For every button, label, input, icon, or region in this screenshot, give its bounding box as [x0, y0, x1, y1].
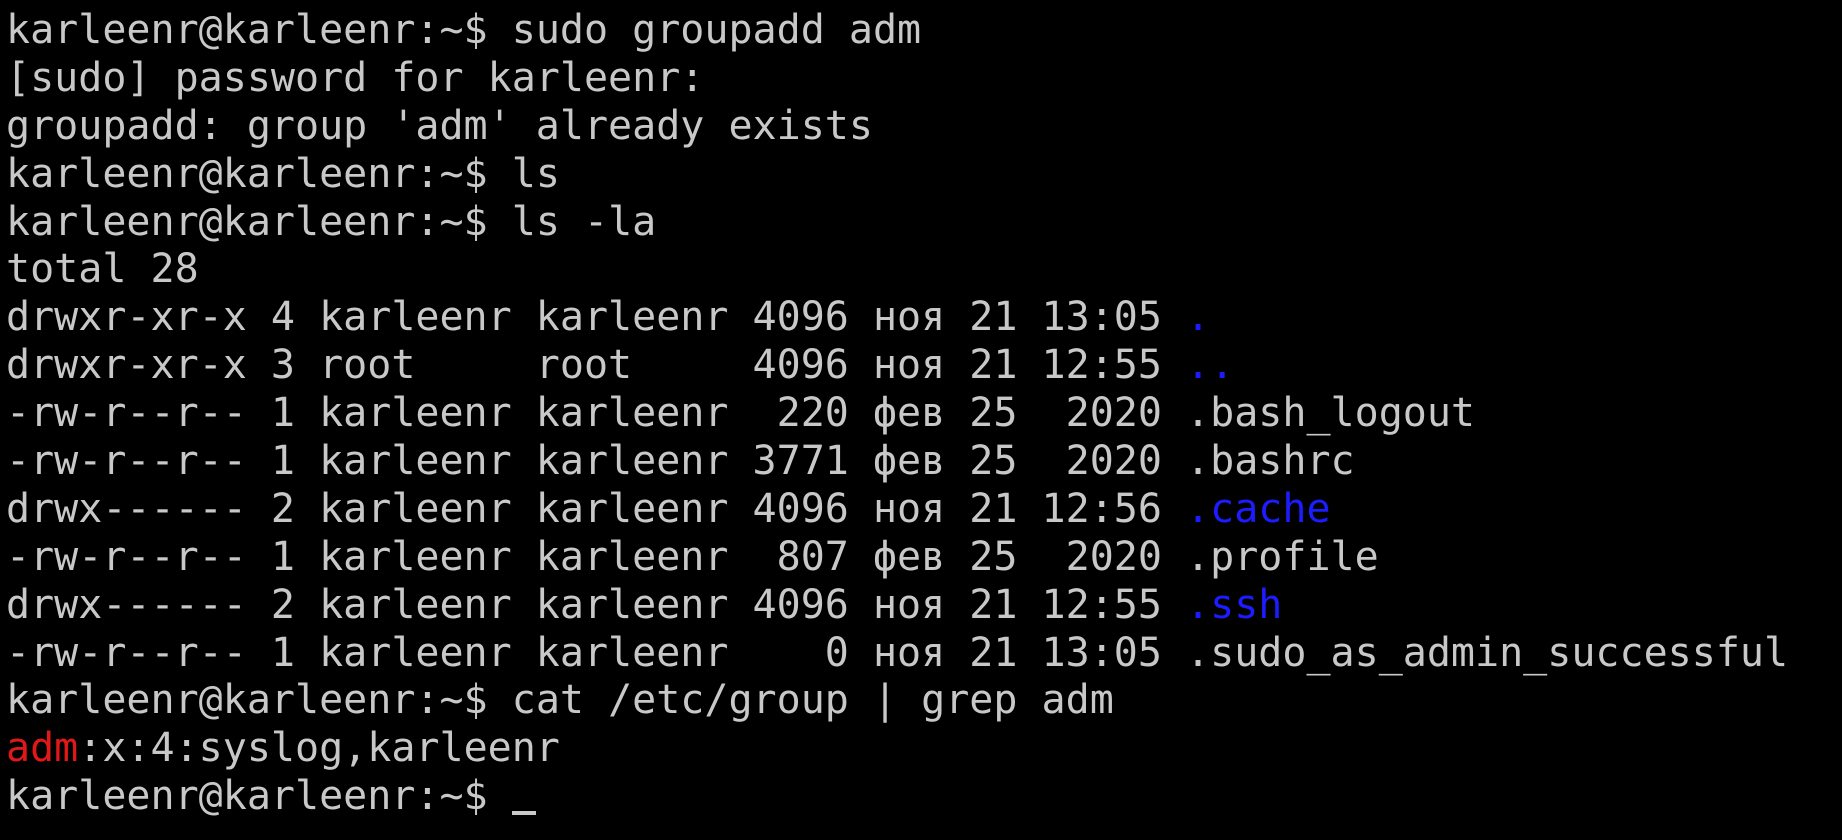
- ls-entry-details: -rw-r--r-- 1 karleenr karleenr 807 фев 2…: [6, 533, 1187, 580]
- directory-name: .: [1186, 294, 1211, 341]
- command-text: cat /etc/group | grep adm: [511, 677, 1114, 724]
- output-text: total 28: [6, 246, 199, 293]
- grep-result-text: :x:4:syslog,karleenr: [78, 725, 560, 772]
- file-name: .bashrc: [1186, 438, 1355, 485]
- active-prompt-line: karleenr@karleenr:~$: [6, 773, 1836, 821]
- ls-entry-details: -rw-r--r-- 1 karleenr karleenr 0 ноя 21 …: [6, 629, 1187, 676]
- grep-match-highlight: adm: [6, 725, 79, 772]
- shell-prompt: karleenr@karleenr:~$: [6, 150, 512, 197]
- ls-entry: drwx------ 2 karleenr karleenr 4096 ноя …: [6, 582, 1836, 630]
- shell-prompt: karleenr@karleenr:~$: [6, 7, 512, 53]
- ls-entry: -rw-r--r-- 1 karleenr karleenr 3771 фев …: [6, 438, 1836, 486]
- ls-entry-details: drwxr-xr-x 3 root root 4096 ноя 21 12:55: [6, 342, 1187, 389]
- file-name: .bash_logout: [1186, 390, 1476, 437]
- command-text: ls -la: [511, 198, 657, 245]
- output-text: groupadd: group 'adm' already exists: [6, 102, 873, 149]
- directory-name: ..: [1186, 342, 1235, 389]
- output-line: total 28: [6, 246, 1836, 294]
- shell-prompt: karleenr@karleenr:~$: [6, 773, 512, 820]
- command-line: karleenr@karleenr:~$ sudo groupadd adm: [6, 7, 1836, 55]
- ls-entry: drwx------ 2 karleenr karleenr 4096 ноя …: [6, 486, 1836, 534]
- ls-entry-details: drwxr-xr-x 4 karleenr karleenr 4096 ноя …: [6, 294, 1187, 341]
- command-text: ls: [511, 150, 560, 197]
- command-line: karleenr@karleenr:~$ ls -la: [6, 199, 1836, 247]
- command-line: karleenr@karleenr:~$ ls: [6, 151, 1836, 199]
- ls-entry: drwxr-xr-x 3 root root 4096 ноя 21 12:55…: [6, 342, 1836, 390]
- shell-prompt: karleenr@karleenr:~$: [6, 677, 512, 724]
- directory-name: .cache: [1186, 485, 1331, 532]
- output-line: groupadd: group 'adm' already exists: [6, 103, 1836, 151]
- shell-prompt: karleenr@karleenr:~$: [6, 198, 512, 245]
- grep-result-line: adm:x:4:syslog,karleenr: [6, 725, 1836, 773]
- output-text: [sudo] password for karleenr:: [6, 54, 705, 101]
- ls-entry-details: -rw-r--r-- 1 karleenr karleenr 3771 фев …: [6, 438, 1187, 485]
- command-line: karleenr@karleenr:~$ cat /etc/group | gr…: [6, 677, 1836, 725]
- ls-entry-details: drwx------ 2 karleenr karleenr 4096 ноя …: [6, 485, 1187, 532]
- ls-entry: -rw-r--r-- 1 karleenr karleenr 0 ноя 21 …: [6, 630, 1836, 678]
- directory-name: .ssh: [1186, 581, 1283, 628]
- text-cursor[interactable]: [511, 811, 536, 816]
- output-line: [sudo] password for karleenr:: [6, 55, 1836, 103]
- ls-entry-details: drwx------ 2 karleenr karleenr 4096 ноя …: [6, 581, 1187, 628]
- ls-entry: -rw-r--r-- 1 karleenr karleenr 220 фев 2…: [6, 390, 1836, 438]
- file-name: .profile: [1186, 533, 1379, 580]
- terminal-window[interactable]: karleenr@karleenr:~$ sudo groupadd adm [s…: [6, 7, 1836, 833]
- ls-entry: drwxr-xr-x 4 karleenr karleenr 4096 ноя …: [6, 294, 1836, 342]
- ls-entry: -rw-r--r-- 1 karleenr karleenr 807 фев 2…: [6, 534, 1836, 582]
- file-name: .sudo_as_admin_successful: [1186, 629, 1789, 676]
- ls-entry-details: -rw-r--r-- 1 karleenr karleenr 220 фев 2…: [6, 390, 1187, 437]
- command-text: sudo groupadd adm: [511, 7, 922, 53]
